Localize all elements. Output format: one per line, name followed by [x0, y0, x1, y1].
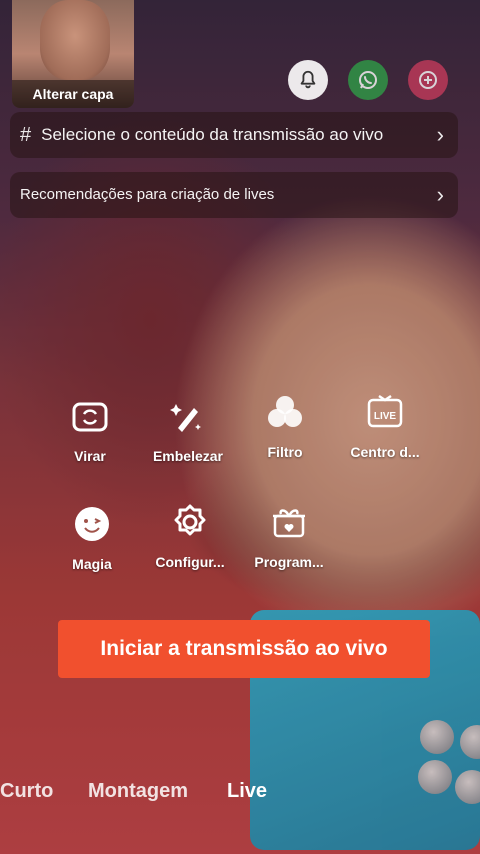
tab-curto[interactable]: Curto: [0, 780, 53, 803]
recommendations-label: Recomendações para criação de lives: [20, 186, 275, 203]
magic-icon: [70, 502, 114, 546]
flip-camera-icon: [68, 394, 112, 438]
select-content-label: Selecione o conteúdo da transmissão ao v…: [41, 125, 384, 144]
hashtag-icon: #: [20, 123, 32, 146]
select-content-row[interactable]: # Selecione o conteúdo da transmissão ao…: [10, 112, 458, 158]
chevron-right-icon: ›: [436, 122, 444, 147]
tool-settings[interactable]: Configur...: [135, 500, 245, 570]
tool-filter[interactable]: Filtro: [230, 390, 340, 460]
tool-magic[interactable]: Magia: [37, 502, 147, 572]
beautify-icon: [166, 394, 210, 438]
header-actions: [288, 60, 448, 100]
live-center-icon: LIVE: [363, 390, 407, 434]
start-live-button[interactable]: Iniciar a transmissão ao vivo: [58, 620, 430, 678]
mode-tabs: Curto Montagem Live: [0, 780, 480, 812]
tool-program[interactable]: Program...: [234, 500, 344, 570]
change-cover-label[interactable]: Alterar capa: [12, 80, 134, 108]
plus-icon[interactable]: [408, 60, 448, 100]
cover-image[interactable]: Alterar capa: [12, 0, 134, 108]
tool-live-center[interactable]: LIVE Centro d...: [330, 390, 440, 460]
tab-montagem[interactable]: Montagem: [88, 780, 188, 803]
svg-text:LIVE: LIVE: [374, 411, 397, 422]
tool-flip[interactable]: Virar: [35, 394, 145, 464]
settings-icon: [168, 500, 212, 544]
whatsapp-icon[interactable]: [348, 60, 388, 100]
bell-icon[interactable]: [288, 60, 328, 100]
gift-icon: [267, 500, 311, 544]
chevron-right-icon: ›: [436, 182, 444, 207]
tool-beautify[interactable]: Embelezar: [133, 394, 243, 464]
tab-live[interactable]: Live: [227, 780, 267, 803]
filter-icon: [263, 390, 307, 434]
recommendations-row[interactable]: Recomendações para criação de lives ›: [10, 172, 458, 218]
